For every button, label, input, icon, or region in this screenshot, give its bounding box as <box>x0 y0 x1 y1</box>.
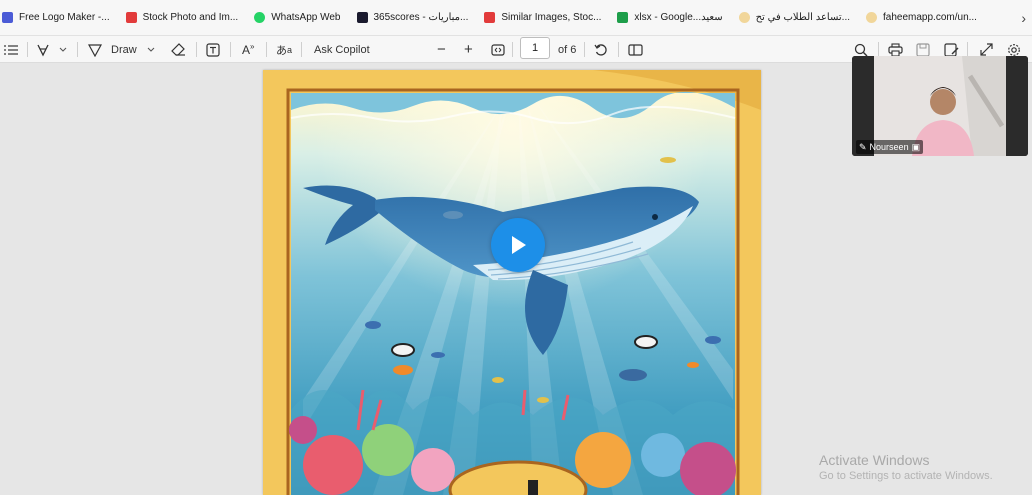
pdf-page[interactable] <box>263 70 761 495</box>
bookmark-similar-images[interactable]: Similar Images, Stoc... <box>476 0 609 35</box>
zoom-out-icon[interactable]: − <box>437 36 446 63</box>
ask-copilot-button[interactable]: Ask Copilot <box>314 36 370 63</box>
mic-muted-icon: ✎ <box>859 141 867 152</box>
chevron-right-icon[interactable]: › <box>1021 10 1026 26</box>
bookmark-365scores[interactable]: 365scores - مباريات... <box>349 0 477 35</box>
bookmark-label: Stock Photo and Im... <box>142 12 239 23</box>
sheets-icon <box>617 12 629 23</box>
play-icon <box>512 236 526 254</box>
bookmark-label: 365scores - مباريات... <box>373 12 469 23</box>
bookmark-label: xlsx - Google...سعيد <box>634 12 723 23</box>
whatsapp-icon <box>254 12 266 23</box>
participant-name-tag: ✎ Nourseen ▣ <box>856 140 924 154</box>
fit-page-icon[interactable] <box>491 36 505 63</box>
bookmark-label: faheemapp.com/un... <box>883 12 977 23</box>
activate-windows-subtitle: Go to Settings to activate Windows. <box>819 470 993 482</box>
ask-copilot-label: Ask Copilot <box>314 43 370 56</box>
draw-dropdown-chevron-down-icon[interactable] <box>147 36 155 63</box>
highlight-dropdown-chevron-down-icon[interactable] <box>59 36 67 63</box>
bookmark-whatsapp-web[interactable]: WhatsApp Web <box>246 0 348 35</box>
bookmark-free-logo-maker[interactable]: Free Logo Maker -... <box>0 0 118 35</box>
highlight-icon[interactable] <box>36 36 50 63</box>
text-box-icon[interactable] <box>206 36 220 63</box>
translate-icon[interactable]: あa <box>276 36 292 63</box>
bookmark-favicon-icon <box>866 12 878 23</box>
page-total-label: of 6 <box>558 43 577 56</box>
rotate-icon[interactable] <box>594 36 608 63</box>
draw-button[interactable]: Draw <box>88 36 137 63</box>
play-video-button[interactable] <box>491 218 545 272</box>
contents-list-icon[interactable] <box>4 36 18 63</box>
bookmark-favicon-icon <box>125 12 137 23</box>
bookmark-faheemapp[interactable]: faheemapp.com/un... <box>858 0 985 35</box>
bookmark-favicon-icon <box>2 12 13 23</box>
page-total: of 6 <box>558 36 576 63</box>
bookmark-stock-photo[interactable]: Stock Photo and Im... <box>118 0 247 35</box>
eraser-icon[interactable] <box>171 36 186 63</box>
bookmark-students-help[interactable]: تساعد الطلاب في تح... <box>731 0 858 35</box>
draw-pen-icon <box>88 43 102 57</box>
participant-video-tile[interactable]: ✎ Nourseen ▣ <box>852 56 1028 156</box>
bookmark-label: Free Logo Maker -... <box>19 12 110 23</box>
activate-windows-title: Activate Windows <box>819 452 930 468</box>
bookmark-favicon-icon <box>484 12 496 23</box>
draw-label: Draw <box>111 43 137 56</box>
bookmarks-bar: Free Logo Maker -... Stock Photo and Im.… <box>0 0 1032 36</box>
bookmark-label: Similar Images, Stoc... <box>501 12 602 23</box>
page-view-icon[interactable] <box>628 36 643 63</box>
zoom-in-icon[interactable]: + <box>464 36 473 63</box>
read-aloud-icon[interactable]: A» <box>242 36 254 63</box>
bookmark-favicon-icon <box>356 12 368 23</box>
participant-name: Nourseen <box>869 142 909 152</box>
screen-share-icon: ▣ <box>911 141 921 152</box>
bookmark-favicon-icon <box>738 12 750 23</box>
page-number-input[interactable]: 1 <box>520 37 550 59</box>
whale-illustration <box>263 70 761 495</box>
page-number-value: 1 <box>531 42 539 54</box>
bookmark-label: تساعد الطلاب في تح... <box>755 12 851 23</box>
bookmark-google-sheets[interactable]: xlsx - Google...سعيد <box>609 0 730 35</box>
bookmark-label: WhatsApp Web <box>271 12 341 23</box>
